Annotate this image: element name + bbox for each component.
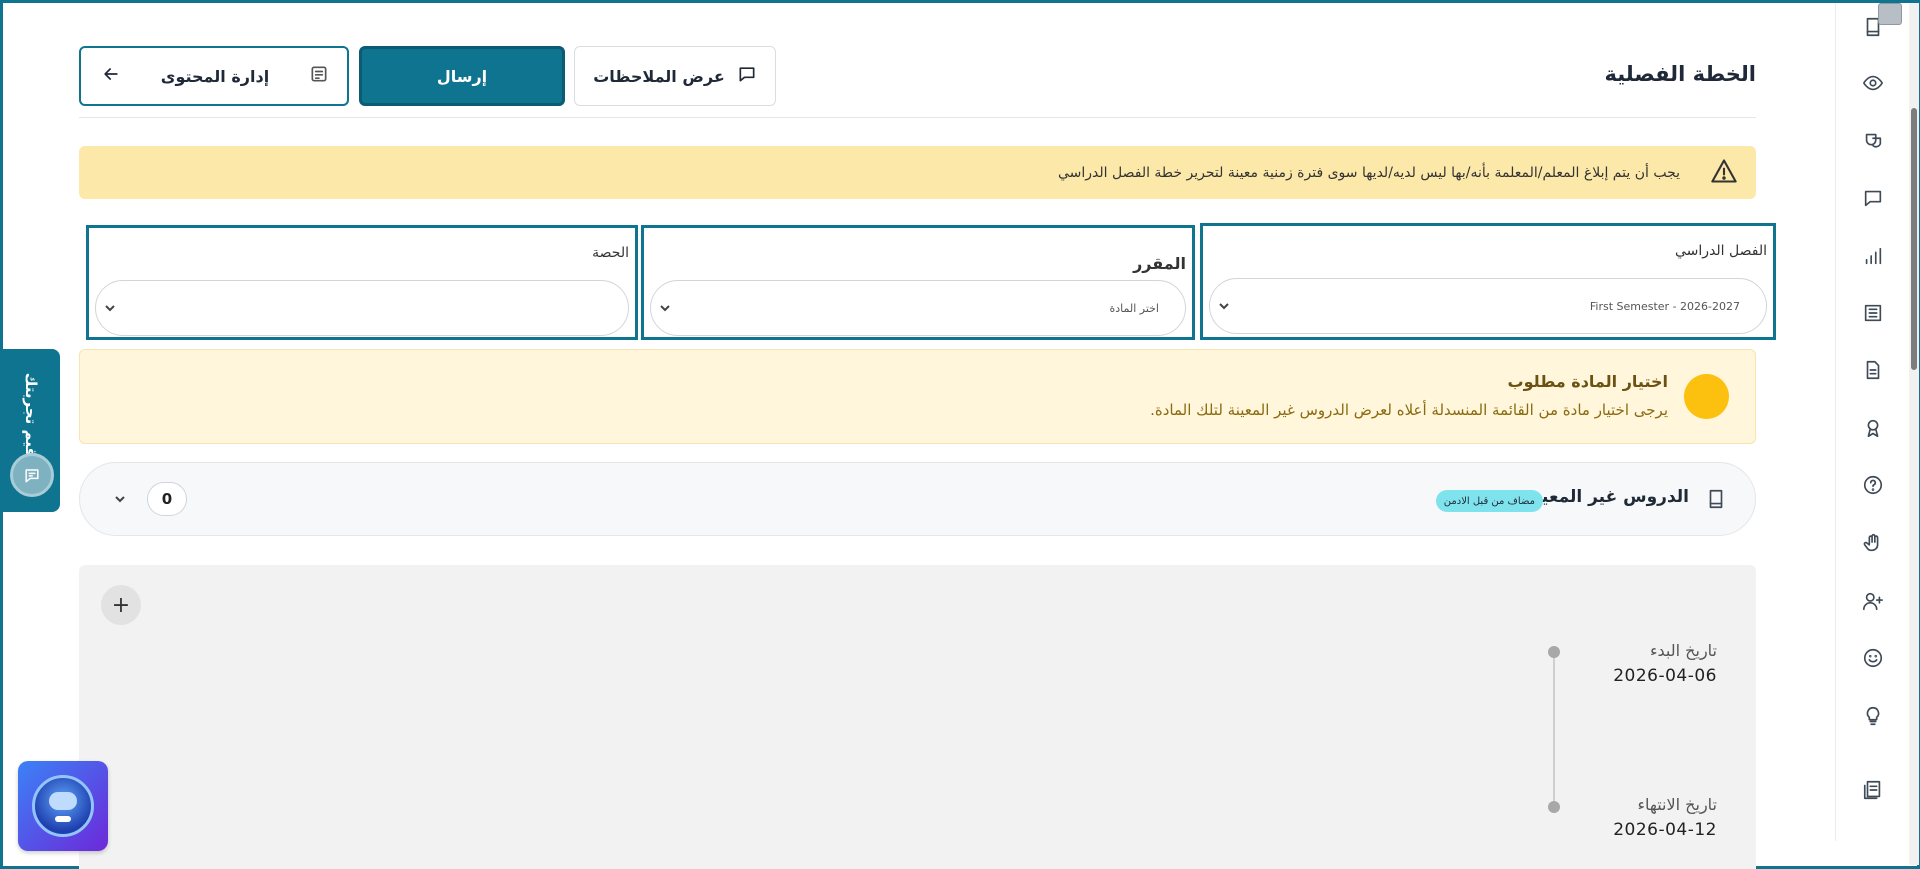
info-title: اختيار المادة مطلوب	[1507, 372, 1668, 391]
semester-value: First Semester - 2026-2027	[1589, 299, 1740, 313]
week-timeline-panel: + تاريخ البدء 2026-04-06 تاريخ الانتهاء …	[79, 565, 1756, 869]
comment-icon	[737, 64, 757, 88]
right-icon-sidebar	[1835, 3, 1910, 841]
feedback-tab[interactable]: قيم تجربتك	[3, 349, 60, 512]
period-label: الحصة	[592, 245, 629, 261]
course-label: المقرر	[1133, 254, 1186, 273]
chat-icon[interactable]	[1859, 184, 1887, 212]
start-date-label: تاريخ البدء	[1650, 641, 1717, 660]
warning-text: يجب أن يتم إبلاغ المعلم/المعلمة بأنه/بها…	[1057, 164, 1680, 181]
send-button[interactable]: إرسال	[359, 46, 565, 106]
period-select[interactable]	[95, 280, 629, 336]
semester-select[interactable]: First Semester - 2026-2027	[1209, 278, 1767, 334]
chevron-down-icon	[104, 299, 116, 318]
view-notes-label: عرض الملاحظات	[593, 66, 725, 86]
chevron-down-icon[interactable]	[112, 491, 128, 507]
lessons-count-badge: 0	[147, 482, 187, 516]
page-title: الخطة الفصلية	[1604, 62, 1757, 86]
eye-icon[interactable]	[1859, 69, 1887, 97]
assistant-bot-button[interactable]	[18, 761, 108, 851]
content-management-icon	[309, 64, 329, 88]
feedback-label-wrapper: قيم تجربتك	[3, 365, 60, 465]
book-icon	[1705, 488, 1727, 510]
subject-required-banner: اختيار المادة مطلوب يرجى اختيار مادة من …	[79, 349, 1756, 444]
semester-label: الفصل الدراسي	[1675, 243, 1767, 259]
arrow-left-icon	[101, 64, 121, 88]
unassigned-lessons-bar[interactable]: الدروس غير المعينة مضاف من قبل الادمن 0	[79, 462, 1756, 536]
robot-avatar-icon	[32, 775, 94, 837]
content-management-label: إدارة المحتوى	[160, 66, 270, 86]
lightbulb-icon[interactable]	[1859, 702, 1887, 730]
smile-icon[interactable]	[1859, 644, 1887, 672]
notes-icon[interactable]	[1859, 776, 1887, 804]
main-content: الخطة الفصلية إدارة المحتوى إرسال عرض ال…	[79, 0, 1776, 869]
timeline-end-dot	[1548, 801, 1560, 813]
timeline-start-dot	[1548, 646, 1560, 658]
semester-filter: الفصل الدراسي First Semester - 2026-2027	[1200, 223, 1776, 340]
unassigned-lessons-title: الدروس غير المعينة	[1524, 487, 1689, 507]
course-select[interactable]: اختر المادة	[650, 280, 1186, 336]
period-filter: الحصة	[86, 225, 638, 340]
start-date-value: 2026-04-06	[1613, 666, 1717, 686]
add-user-icon[interactable]	[1859, 587, 1887, 615]
warning-banner: يجب أن يتم إبلاغ المعلم/المعلمة بأنه/بها…	[79, 146, 1756, 199]
scrollbar-thumb[interactable]	[1911, 108, 1917, 370]
content-management-button[interactable]: إدارة المحتوى	[79, 46, 349, 106]
masks-icon[interactable]	[1859, 127, 1887, 155]
hand-icon[interactable]	[1859, 529, 1887, 557]
user-avatar-thumbnail[interactable]	[1878, 3, 1902, 25]
help-icon[interactable]	[1859, 471, 1887, 499]
info-dot-icon	[1684, 374, 1729, 419]
vertical-scrollbar[interactable]	[1909, 3, 1919, 865]
bar-chart-icon[interactable]	[1859, 242, 1887, 270]
list-icon[interactable]	[1859, 299, 1887, 327]
end-date-label: تاريخ الانتهاء	[1637, 795, 1717, 814]
document-icon[interactable]	[1859, 356, 1887, 384]
admin-added-badge: مضاف من قبل الادمن	[1435, 490, 1543, 512]
header-divider	[79, 117, 1756, 118]
feedback-chat-icon	[10, 453, 54, 497]
timeline-line	[1553, 651, 1555, 806]
feedback-label: قيم تجربتك	[22, 372, 41, 458]
award-icon[interactable]	[1859, 414, 1887, 442]
chevron-down-icon	[659, 299, 671, 318]
chevron-down-icon	[1218, 297, 1230, 316]
add-button[interactable]: +	[101, 585, 141, 625]
course-filter: المقرر اختر المادة	[641, 225, 1195, 340]
end-date-value: 2026-04-12	[1613, 820, 1717, 840]
warning-icon	[1710, 157, 1738, 189]
course-placeholder: اختر المادة	[1109, 301, 1159, 315]
view-notes-button[interactable]: عرض الملاحظات	[574, 46, 776, 106]
info-description: يرجى اختيار مادة من القائمة المنسدلة أعل…	[1150, 401, 1668, 419]
